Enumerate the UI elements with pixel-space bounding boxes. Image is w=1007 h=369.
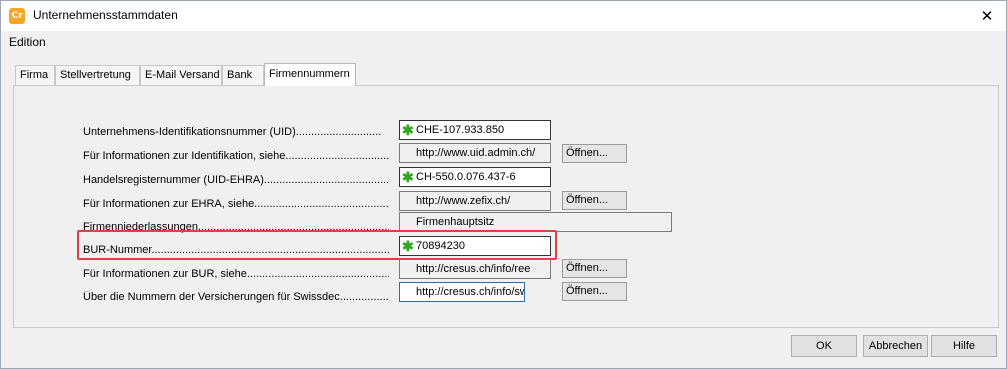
bur-field[interactable]: ✱ 70894230 [399,236,551,256]
required-star-icon: ✱ [402,122,414,138]
uid-field[interactable]: ✱ CHE-107.933.850 [399,120,551,140]
bur-value: 70894230 [416,240,465,252]
swissdec-label: Über die Nummern der Versicherungen für … [83,291,389,303]
tab-firma[interactable]: Firma [15,65,55,85]
ehra-info-label: Für Informationen zur EHRA, siehe.......… [83,198,389,210]
bur-label: BUR-Nummer..............................… [83,244,389,256]
branches-value: Firmenhauptsitz [416,216,495,228]
branches-field[interactable]: Firmenhauptsitz [399,212,672,232]
cancel-button[interactable]: Abbrechen [863,335,928,357]
help-button[interactable]: Hilfe [931,335,997,357]
ehra-field[interactable]: ✱ CH-550.0.076.437-6 [399,167,551,187]
tab-bank[interactable]: Bank [222,65,264,85]
required-star-icon: ✱ [402,238,414,254]
bur-info-field[interactable]: http://cresus.ch/info/ree [399,259,551,279]
title-bar[interactable]: Cr Unternehmensstammdaten ✕ [1,1,1006,31]
tab-email-versand[interactable]: E-Mail Versand [140,65,222,85]
uid-value: CHE-107.933.850 [416,124,505,136]
menu-bar: Edition [1,31,1006,53]
swissdec-value: http://cresus.ch/info/sw- [416,286,525,298]
ehra-label: Handelsregisternummer (UID-EHRA)........… [83,174,389,186]
uid-info-value: http://www.uid.admin.ch/ [416,147,536,159]
bur-info-value: http://cresus.ch/info/ree [416,263,531,275]
open-ehra-button[interactable]: Öffnen... [562,191,627,210]
app-icon: Cr [9,8,25,24]
open-swissdec-button[interactable]: Öffnen... [562,282,627,301]
bur-info-label: Für Informationen zur BUR, siehe........… [83,268,389,280]
required-star-icon: ✱ [402,169,414,185]
tab-firmennummern[interactable]: Firmennummern [264,63,356,86]
tab-stellvertretung[interactable]: Stellvertretung [55,65,140,85]
uid-info-label: Für Informationen zur Identifikation, si… [83,150,389,162]
close-icon[interactable]: ✕ [976,5,998,27]
window-title: Unternehmensstammdaten [33,8,178,22]
ehra-info-value: http://www.zefix.ch/ [416,195,511,207]
swissdec-field[interactable]: http://cresus.ch/info/sw- [399,282,525,302]
resize-grip-icon[interactable] [994,356,1004,366]
menu-edition[interactable]: Edition [9,35,46,49]
dialog-window: Cr Unternehmensstammdaten ✕ Edition Firm… [0,0,1007,369]
ehra-info-field[interactable]: http://www.zefix.ch/ [399,191,551,211]
uid-label: Unternehmens-Identifikationsnummer (UID)… [83,126,382,138]
open-uid-button[interactable]: Öffnen... [562,144,627,163]
open-bur-button[interactable]: Öffnen... [562,259,627,278]
uid-info-field[interactable]: http://www.uid.admin.ch/ [399,143,551,163]
ehra-value: CH-550.0.076.437-6 [416,171,516,183]
ok-button[interactable]: OK [791,335,857,357]
